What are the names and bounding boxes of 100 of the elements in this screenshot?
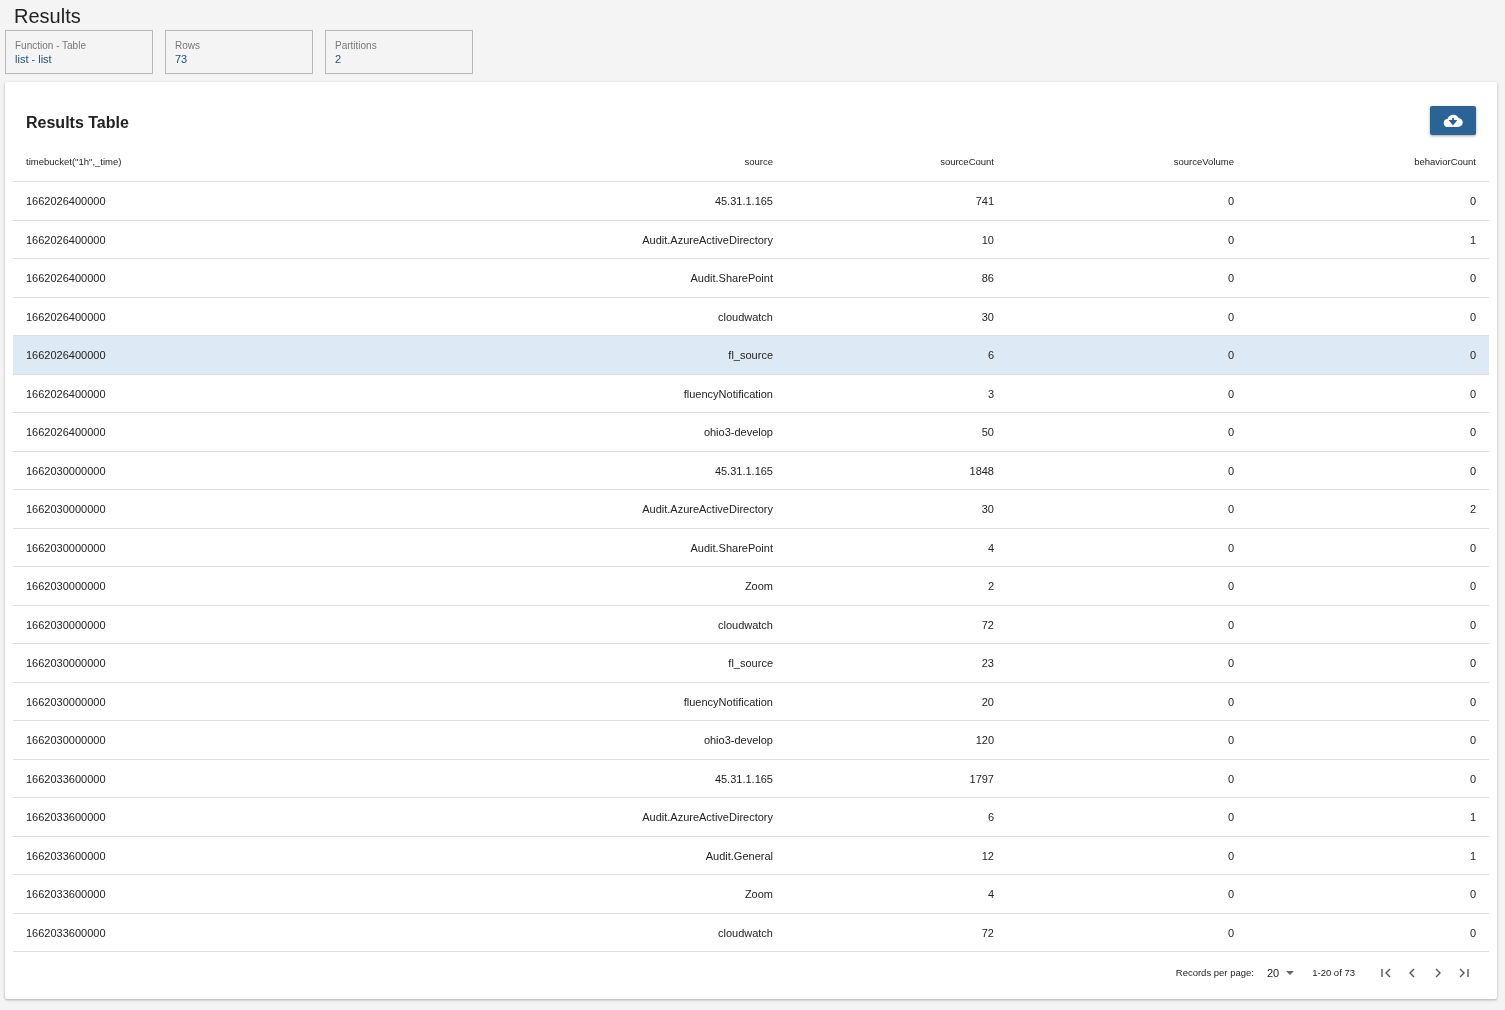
- table-cell: 0: [1007, 682, 1247, 721]
- table-cell: 0: [1247, 682, 1489, 721]
- card-label: Function - Table: [15, 39, 87, 51]
- table-cell: 2: [786, 567, 1007, 606]
- card-label: Partitions: [335, 39, 378, 51]
- table-cell: 0: [1007, 259, 1247, 298]
- page-title: Results: [14, 4, 82, 29]
- table-cell: ohio3-develop: [313, 413, 786, 452]
- table-cell: 0: [1247, 336, 1489, 375]
- table-cell: 1662026400000: [13, 182, 313, 221]
- table-cell: 0: [1007, 798, 1247, 837]
- table-cell: Audit.AzureActiveDirectory: [313, 798, 786, 837]
- table-cell: 0: [1007, 528, 1247, 567]
- table-cell: 0: [1007, 336, 1247, 375]
- table-cell: 6: [786, 798, 1007, 837]
- table-cell: fl_source: [313, 336, 786, 375]
- table-cell: 12: [786, 836, 1007, 875]
- table-cell: 6: [786, 336, 1007, 375]
- column-header: timebucket("1h",_time): [13, 137, 313, 182]
- table-cell: 1848: [786, 451, 1007, 490]
- table-cell: 10: [786, 220, 1007, 259]
- table-cell: 1: [1247, 798, 1489, 837]
- table-cell: 1797: [786, 759, 1007, 798]
- table-cell: 1662030000000: [13, 721, 313, 760]
- table-cell: 45.31.1.165: [313, 182, 786, 221]
- table-cell: 1662030000000: [13, 490, 313, 529]
- table-cell: 23: [786, 644, 1007, 683]
- table-cell: 0: [1007, 605, 1247, 644]
- table-cell: 2: [1247, 490, 1489, 529]
- table-cell: fluencyNotification: [313, 374, 786, 413]
- table-cell: fl_source: [313, 644, 786, 683]
- table-cell: 1662030000000: [13, 567, 313, 606]
- table-cell: 1662026400000: [13, 413, 313, 452]
- table-cell: Audit.General: [313, 836, 786, 875]
- table-cell: 1662033600000: [13, 836, 313, 875]
- card-label: Rows: [175, 39, 201, 51]
- table-cell: 0: [1007, 567, 1247, 606]
- table-cell: 120: [786, 721, 1007, 760]
- table-cell: 50: [786, 413, 1007, 452]
- records-per-page-label: Records per page:: [1175, 967, 1254, 978]
- table-cell: 0: [1007, 913, 1247, 952]
- table-cell: 0: [1247, 605, 1489, 644]
- table-cell: 0: [1007, 836, 1247, 875]
- table-cell: 0: [1007, 644, 1247, 683]
- table-cell: 0: [1007, 490, 1247, 529]
- table-cell: 0: [1007, 220, 1247, 259]
- table-cell: 0: [1007, 182, 1247, 221]
- download-button[interactable]: [1430, 106, 1476, 135]
- per-page-dropdown[interactable]: 20: [1266, 966, 1296, 979]
- table-title: Results Table: [26, 113, 129, 132]
- table-cell: 0: [1247, 182, 1489, 221]
- table-cell: 72: [786, 605, 1007, 644]
- table-cell: cloudwatch: [313, 913, 786, 952]
- table-cell: fluencyNotification: [313, 682, 786, 721]
- table-cell: 1662033600000: [13, 759, 313, 798]
- table-cell: 0: [1247, 451, 1489, 490]
- table-cell: 1: [1247, 836, 1489, 875]
- table-cell: 0: [1247, 759, 1489, 798]
- table-cell: 0: [1007, 374, 1247, 413]
- table-cell: 0: [1247, 259, 1489, 298]
- column-header: source: [313, 137, 786, 182]
- table-cell: 0: [1247, 913, 1489, 952]
- table-cell: 4: [786, 875, 1007, 914]
- table-cell: 1662030000000: [13, 682, 313, 721]
- card-value: list - list: [15, 52, 53, 65]
- column-header: sourceCount: [786, 137, 1007, 182]
- table-cell: 1662030000000: [13, 605, 313, 644]
- table-cell: 0: [1247, 413, 1489, 452]
- table-cell: 86: [786, 259, 1007, 298]
- table-cell: 3: [786, 374, 1007, 413]
- table-cell: 1: [1247, 220, 1489, 259]
- card-value: 73: [175, 52, 189, 65]
- table-cell: 1662033600000: [13, 798, 313, 837]
- table-cell: 0: [1247, 567, 1489, 606]
- table-cell: 0: [1007, 413, 1247, 452]
- table-cell: 0: [1007, 721, 1247, 760]
- table-cell: 0: [1007, 759, 1247, 798]
- table-cell: ohio3-develop: [313, 721, 786, 760]
- table-cell: Audit.AzureActiveDirectory: [313, 220, 786, 259]
- table-cell: 0: [1007, 451, 1247, 490]
- table-cell: 4: [786, 528, 1007, 567]
- table-cell: 0: [1247, 875, 1489, 914]
- table-cell: 45.31.1.165: [313, 451, 786, 490]
- table-cell: 1662033600000: [13, 913, 313, 952]
- table-cell: 1662030000000: [13, 451, 313, 490]
- card-value: 2: [335, 52, 343, 65]
- table-cell: 1662026400000: [13, 220, 313, 259]
- table-cell: 1662030000000: [13, 644, 313, 683]
- table-cell: 0: [1007, 875, 1247, 914]
- table-cell: 1662026400000: [13, 259, 313, 298]
- table-cell: 0: [1247, 644, 1489, 683]
- table-cell: 1662033600000: [13, 875, 313, 914]
- table-cell: Audit.AzureActiveDirectory: [313, 490, 786, 529]
- table-cell: Audit.SharePoint: [313, 259, 786, 298]
- table-cell: 741: [786, 182, 1007, 221]
- table-cell: 30: [786, 490, 1007, 529]
- table-cell: 0: [1247, 374, 1489, 413]
- table-cell: Audit.SharePoint: [313, 528, 786, 567]
- table-cell: 1662026400000: [13, 374, 313, 413]
- table-cell: Zoom: [313, 567, 786, 606]
